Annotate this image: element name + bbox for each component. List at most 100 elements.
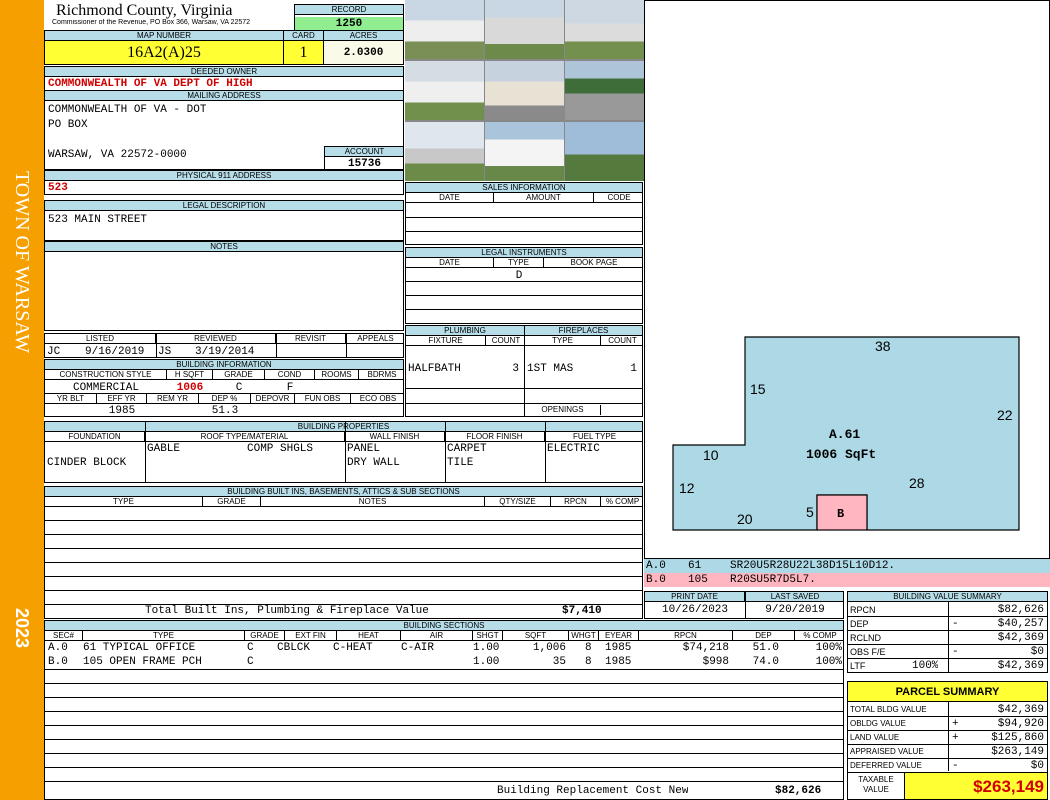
wall-finish-2: DRY WALL [347,457,400,469]
hsqft-header: H SQFT [167,370,213,380]
sec-shgt-header: SHGT [473,631,503,641]
parcel-value: $42,369 [997,704,1044,716]
photo-3[interactable] [565,0,645,59]
summary-value: $40,257 [997,618,1044,630]
fireplace-type-header: TYPE [525,336,601,346]
appeals-label: APPEALS [346,334,403,344]
summary-value: $42,369 [997,632,1044,644]
sec-extfin-header: EXT FIN [285,631,337,641]
photo-9[interactable] [565,122,645,181]
section-dep: 51.0 [752,642,779,654]
builtin-grade-header: GRADE [203,497,261,507]
replacement-cost: $82,626 [775,785,822,797]
photo-7[interactable] [405,122,484,181]
building-value-summary-label: BUILDING VALUE SUMMARY [848,592,1047,602]
parcel-label: DEFERRED VALUE [850,761,922,770]
floor-finish-header: FLOOR FINISH [445,432,545,442]
photo-6[interactable] [565,61,645,120]
sec-header: SEC# [45,631,83,641]
section-sec: A.0 [48,642,68,654]
mailing-address-box: MAILING ADDRESS COMMONWEALTH OF VA - DOT… [44,90,404,170]
dates-box: PRINT DATE LAST SAVED 10/26/2023 9/20/20… [644,591,844,619]
dim-left-lower: 12 [679,480,695,496]
listing-box: LISTED REVIEWED REVISIT APPEALS JC 9/16/… [44,333,404,358]
fuel-type-header: FUEL TYPE [545,432,642,442]
legend-code: 61 [688,560,702,572]
dim-top: 38 [875,338,891,354]
dim-right: 22 [997,407,1013,423]
eff-yr-header: EFF YR [97,394,147,404]
mailing-line-1: COMMONWEALTH OF VA - DOT [48,104,207,116]
photo-8[interactable] [485,122,564,181]
legend-path: SR20U5R28U22L38D15L10D12. [730,560,896,572]
section-type: 105 OPEN FRAME PCH [83,656,202,668]
fixture-count: 3 [512,363,519,375]
account-box: ACCOUNT 15736 [324,146,403,170]
sales-info-label: SALES INFORMATION [406,183,642,193]
acres-box: ACRES 2.0300 [323,30,404,65]
legend-code: 105 [688,574,708,586]
parcel-label: OBLDG VALUE [850,719,906,728]
section-eyear: 1985 [605,656,632,668]
legend-path: R20SU5R7D5L7. [730,574,816,586]
dim-left-upper: 15 [750,381,766,397]
sec-rpcn-header: RPCN [639,631,733,641]
section-rpcn: $74,218 [682,642,729,654]
deeded-owner-label: DEEDED OWNER [45,67,403,77]
summary-label: DEP [850,619,869,629]
physical-address: 523 [48,182,68,194]
sketch-legend-row: A.0 61 SR20U5R28U22L38D15L10D12. [644,559,1050,573]
photo-1[interactable] [405,0,484,59]
depovr-header: DEPOVR [251,394,295,404]
rooms-header: ROOMS [315,370,359,380]
reviewed-date: 3/19/2014 [195,346,255,358]
parcel-label: TOTAL BLDG VALUE [850,705,927,714]
listed-by: JC [47,346,61,358]
fixture-header: FIXTURE [406,336,486,346]
legal-instruments-box: LEGAL INSTRUMENTS DATE TYPE BOOK PAGE D [405,247,643,324]
builtin-type-header: TYPE [45,497,203,507]
section-dep: 74.0 [752,656,779,668]
section-rpcn: $998 [702,656,729,668]
summary-value: $42,369 [997,660,1044,672]
parcel-value: $125,860 [991,732,1044,744]
summary-label: LTF [850,661,866,671]
roof-type: GABLE [147,443,181,455]
fixture-type: HALFBATH [408,363,461,375]
wall-finish-header: WALL FINISH [345,432,445,442]
floor-finish-2: TILE [447,457,474,469]
yr-blt-header: YR BLT [45,394,97,404]
card-number: 1 [284,41,323,64]
section-shgt: 1.00 [473,656,500,668]
photo-2[interactable] [485,0,564,59]
county-title: Richmond County, Virginia [56,2,233,19]
dim-porch-side: 5 [806,504,814,520]
openings-label: OPENINGS [525,405,601,415]
sales-amount-header: AMOUNT [494,193,594,203]
sec-grade-header: GRADE [245,631,285,641]
parcel-value: $94,920 [997,718,1044,730]
summary-value: $0 [1030,646,1044,658]
photo-4[interactable] [405,61,484,120]
record-value: 1250 [295,17,403,30]
print-date-label: PRINT DATE [645,592,745,602]
replacement-cost-label: Building Replacement Cost New [497,785,689,797]
section-whgt: 8 [585,642,592,654]
building-value-summary: BUILDING VALUE SUMMARY RPCN $82,626 DEP … [847,591,1048,673]
print-date: 10/26/2023 [661,604,728,616]
sketch-area: 38 15 22 10 12 20 5 28 A.61 1006 SqFt B [644,0,1050,559]
sec-eyear-header: EYEAR [599,631,639,641]
record-box: RECORD 1250 [294,4,404,31]
legal-description-label: LEGAL DESCRIPTION [45,201,403,211]
account-number: 15736 [347,158,381,170]
sales-date-header: DATE [406,193,494,203]
section-ext: CBLCK [277,642,311,654]
mailing-line-2: PO BOX [48,119,88,131]
photo-5[interactable] [485,61,564,120]
dim-step: 10 [703,447,719,463]
legend-sec: B.0 [646,574,666,586]
acres-label: ACRES [324,31,403,41]
map-number-label: MAP NUMBER [45,31,283,41]
taxable-value: $263,149 [904,773,1047,799]
fireplace-count: 1 [630,363,637,375]
